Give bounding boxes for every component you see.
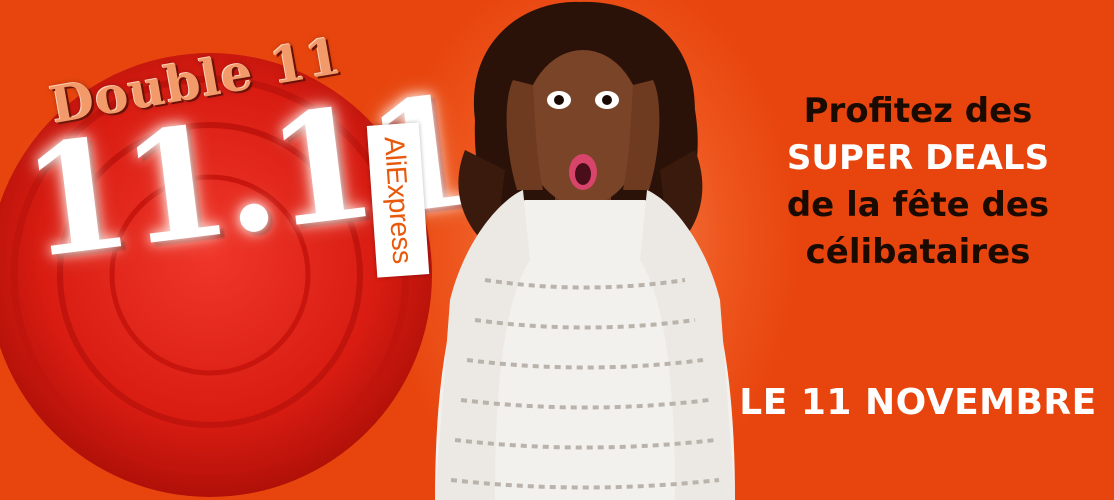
promo-line-3: de la fête des	[786, 185, 1050, 225]
surprised-woman-illustration	[435, 1, 735, 500]
surprised-woman-photo	[405, 0, 745, 500]
promo-line-super-deals: SUPER DEALS	[786, 138, 1050, 178]
promo-line-4: célibataires	[805, 232, 1031, 272]
promo-banner: Double 11 11.11 AliExpress Profitez des …	[0, 0, 1114, 500]
promo-text-block: Profitez des SUPER DEALS de la fête des …	[728, 88, 1108, 276]
event-date: LE 11 NOVEMBRE	[739, 382, 1097, 423]
promo-line-1: Profitez des	[803, 91, 1033, 131]
